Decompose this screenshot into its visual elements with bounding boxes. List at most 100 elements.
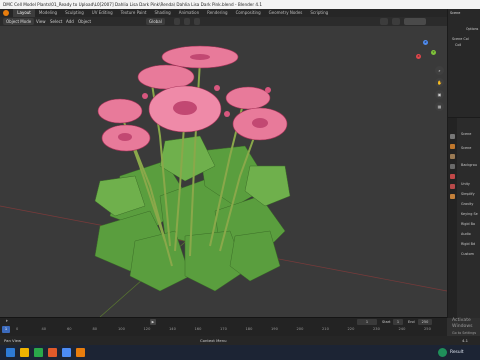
mode-selector[interactable]: Object Mode xyxy=(3,18,35,25)
prop-gravity[interactable]: Gravity xyxy=(461,202,473,206)
navigation-gizmo[interactable]: X Y Z xyxy=(415,40,439,64)
prop-rigid-body-2[interactable]: Rigid Bd xyxy=(461,242,475,246)
pivot-icon[interactable] xyxy=(174,18,180,25)
prop-scene[interactable]: Scene xyxy=(461,146,471,150)
timeline-tick-label: 120 xyxy=(143,327,151,331)
prop-custom[interactable]: Custom xyxy=(461,252,474,256)
menu-select[interactable]: Select xyxy=(50,17,62,26)
properties-panel: Scene Scene Backgrou Unity Simplify Grav… xyxy=(447,117,480,318)
timeline-tick-label: 80 xyxy=(92,327,98,331)
outliner-panel: Scene Options Scene Col Coll xyxy=(447,9,480,117)
prop-simplify[interactable]: Simplify xyxy=(461,192,475,196)
world-tab-icon[interactable] xyxy=(450,184,455,189)
timeline-tick-label: 220 xyxy=(347,327,355,331)
menu-object[interactable]: Object xyxy=(78,17,91,26)
workspace-tab-scripting[interactable]: Scripting xyxy=(306,9,332,17)
workspace-tab-modeling[interactable]: Modeling xyxy=(35,9,61,17)
timeline-tick-label: 100 xyxy=(118,327,125,331)
timeline[interactable]: ⏵ ▶ 1 Start 1 End 250 0 40 60 80 100 120 140 16… xyxy=(0,317,447,337)
prop-keying-sets[interactable]: Keying Se xyxy=(461,212,478,216)
file-explorer-icon[interactable] xyxy=(20,348,29,357)
prop-unity[interactable]: Unity xyxy=(461,182,470,186)
workspace-tab-uv-editing[interactable]: UV Editing xyxy=(88,9,117,17)
tool-tab-icon[interactable] xyxy=(450,134,455,139)
outliner-item[interactable]: Scene Col xyxy=(452,37,469,41)
flower-left-top xyxy=(137,64,195,90)
blender-app-icon[interactable] xyxy=(76,348,85,357)
status-center: Context Menu xyxy=(200,338,227,343)
transform-orientation-dropdown[interactable]: Global xyxy=(146,18,165,25)
window-titlebar: DMC Cell Model Plants\01_Ready to Upload… xyxy=(0,0,480,9)
status-bar: Pan View Context Menu 4.1 xyxy=(0,336,480,345)
timeline-tick-label: 180 xyxy=(245,327,253,331)
camera-view-icon[interactable]: ▣ xyxy=(435,90,444,99)
workspace-tab-layout[interactable]: Layout xyxy=(13,9,35,17)
result-app-icon[interactable] xyxy=(438,348,447,357)
timeline-tick-label: 60 xyxy=(67,327,72,331)
prop-background[interactable]: Backgrou xyxy=(461,163,477,167)
workspace-tab-compositing[interactable]: Compositing xyxy=(232,9,265,17)
status-version: 4.1 xyxy=(462,338,469,343)
app-orange-icon[interactable] xyxy=(48,348,57,357)
menu-add[interactable]: Add xyxy=(66,17,74,26)
timeline-tick-label: 190 xyxy=(271,327,278,331)
properties-header: Scene xyxy=(461,132,472,136)
windows-start-icon[interactable] xyxy=(6,348,15,357)
viewport-overlays-icon[interactable] xyxy=(380,18,388,25)
timeline-tick-label: 240 xyxy=(398,327,406,331)
view-layer-tab-icon[interactable] xyxy=(450,164,455,169)
app-green-icon[interactable] xyxy=(34,348,43,357)
start-label: Start xyxy=(382,320,391,324)
workspace-tab-animation[interactable]: Animation xyxy=(175,9,203,17)
timeline-tick-label: 0 xyxy=(16,327,19,331)
outliner-title: Scene xyxy=(450,11,461,15)
timeline-tick-label: 40 xyxy=(41,327,47,331)
workspace-tab-geometry-nodes[interactable]: Geometry Nodes xyxy=(265,9,307,17)
end-frame-field[interactable]: 250 xyxy=(418,319,432,325)
timeline-tick-label: 160 xyxy=(194,327,202,331)
browser-icon[interactable] xyxy=(62,348,71,357)
timeline-tick-label: 210 xyxy=(322,327,329,331)
workspace-bar: Layout Modeling Sculpting UV Editing Texture… xyxy=(0,9,480,17)
blender-logo-icon[interactable] xyxy=(3,10,9,16)
pan-hand-icon[interactable]: ✋ xyxy=(435,78,444,87)
scene-tab-icon[interactable] xyxy=(450,174,455,179)
render-tab-icon[interactable] xyxy=(450,144,455,149)
workspace-tab-texture-paint[interactable]: Texture Paint xyxy=(117,9,151,17)
menu-view[interactable]: View xyxy=(36,17,46,26)
playback-menu-icon[interactable]: ⏵ xyxy=(6,319,8,323)
playhead[interactable]: 1 xyxy=(2,326,10,333)
play-button[interactable]: ▶ xyxy=(150,319,156,325)
timeline-tick-label: 200 xyxy=(296,327,304,331)
flower-right-top xyxy=(225,86,271,110)
xray-icon[interactable] xyxy=(392,18,400,25)
end-label: End xyxy=(408,320,415,324)
prop-rigid-body[interactable]: Rigid Bo xyxy=(461,222,475,226)
windows-taskbar: Result xyxy=(0,345,480,360)
gizmo-z-axis[interactable]: Z xyxy=(423,40,428,45)
3d-viewport[interactable]: X Y Z ⌕ ✋ ▣ ▦ xyxy=(0,26,447,317)
flower-left xyxy=(97,98,143,124)
workspace-tab-rendering[interactable]: Rendering xyxy=(203,9,231,17)
workspace-tab-shading[interactable]: Shading xyxy=(150,9,174,17)
prop-audio[interactable]: Audio xyxy=(461,232,471,236)
start-frame-field[interactable]: 1 xyxy=(393,319,403,325)
proportional-edit-icon[interactable] xyxy=(194,18,200,25)
perspective-toggle-icon[interactable]: ▦ xyxy=(435,102,444,111)
gizmo-y-axis[interactable]: Y xyxy=(431,50,436,55)
timeline-tick-label: 170 xyxy=(220,327,227,331)
timeline-ruler[interactable]: 0 40 60 80 100 120 140 160 170 180 190 200 210 220 230… xyxy=(0,327,447,333)
timeline-tick-label: 140 xyxy=(169,327,176,331)
current-frame-field[interactable]: 1 xyxy=(357,319,377,325)
output-tab-icon[interactable] xyxy=(450,154,455,159)
zoom-icon[interactable]: ⌕ xyxy=(435,66,444,75)
gizmo-x-axis[interactable]: X xyxy=(416,54,421,59)
window-title: DMC Cell Model Plants\01_Ready to Upload… xyxy=(3,2,263,7)
workspace-tab-sculpting[interactable]: Sculpting xyxy=(61,9,88,17)
outliner-item[interactable]: Coll xyxy=(455,43,461,47)
shading-mode-buttons[interactable] xyxy=(404,18,426,25)
result-label[interactable]: Result xyxy=(450,345,464,360)
snap-icon[interactable] xyxy=(184,18,190,25)
options-button[interactable]: Options xyxy=(466,27,478,31)
object-tab-icon[interactable] xyxy=(450,194,455,199)
